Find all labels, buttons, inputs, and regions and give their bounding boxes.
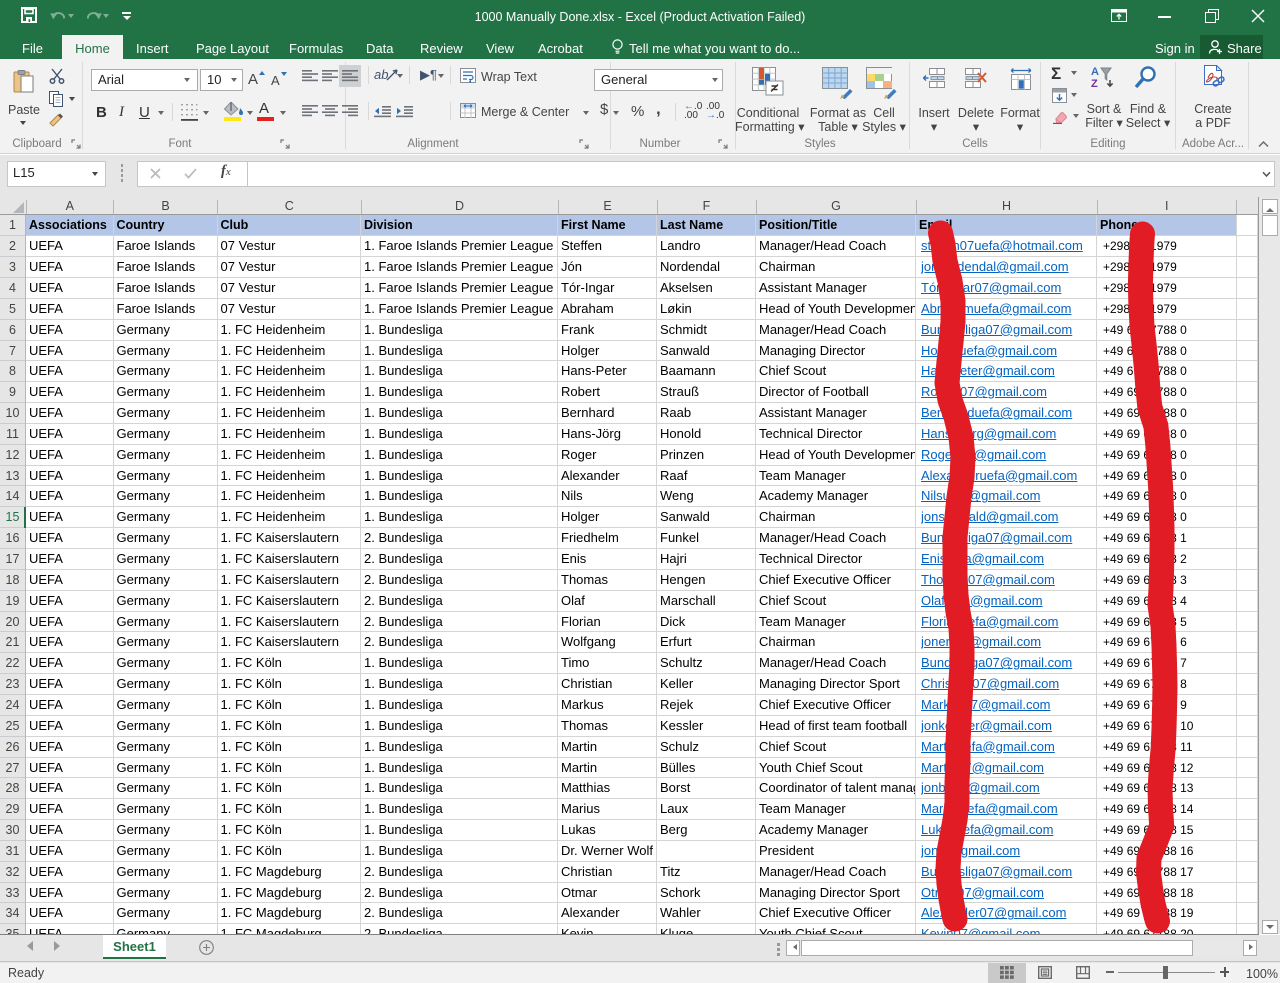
svg-text:Z: Z xyxy=(1091,78,1098,89)
svg-text:A: A xyxy=(1091,66,1099,78)
